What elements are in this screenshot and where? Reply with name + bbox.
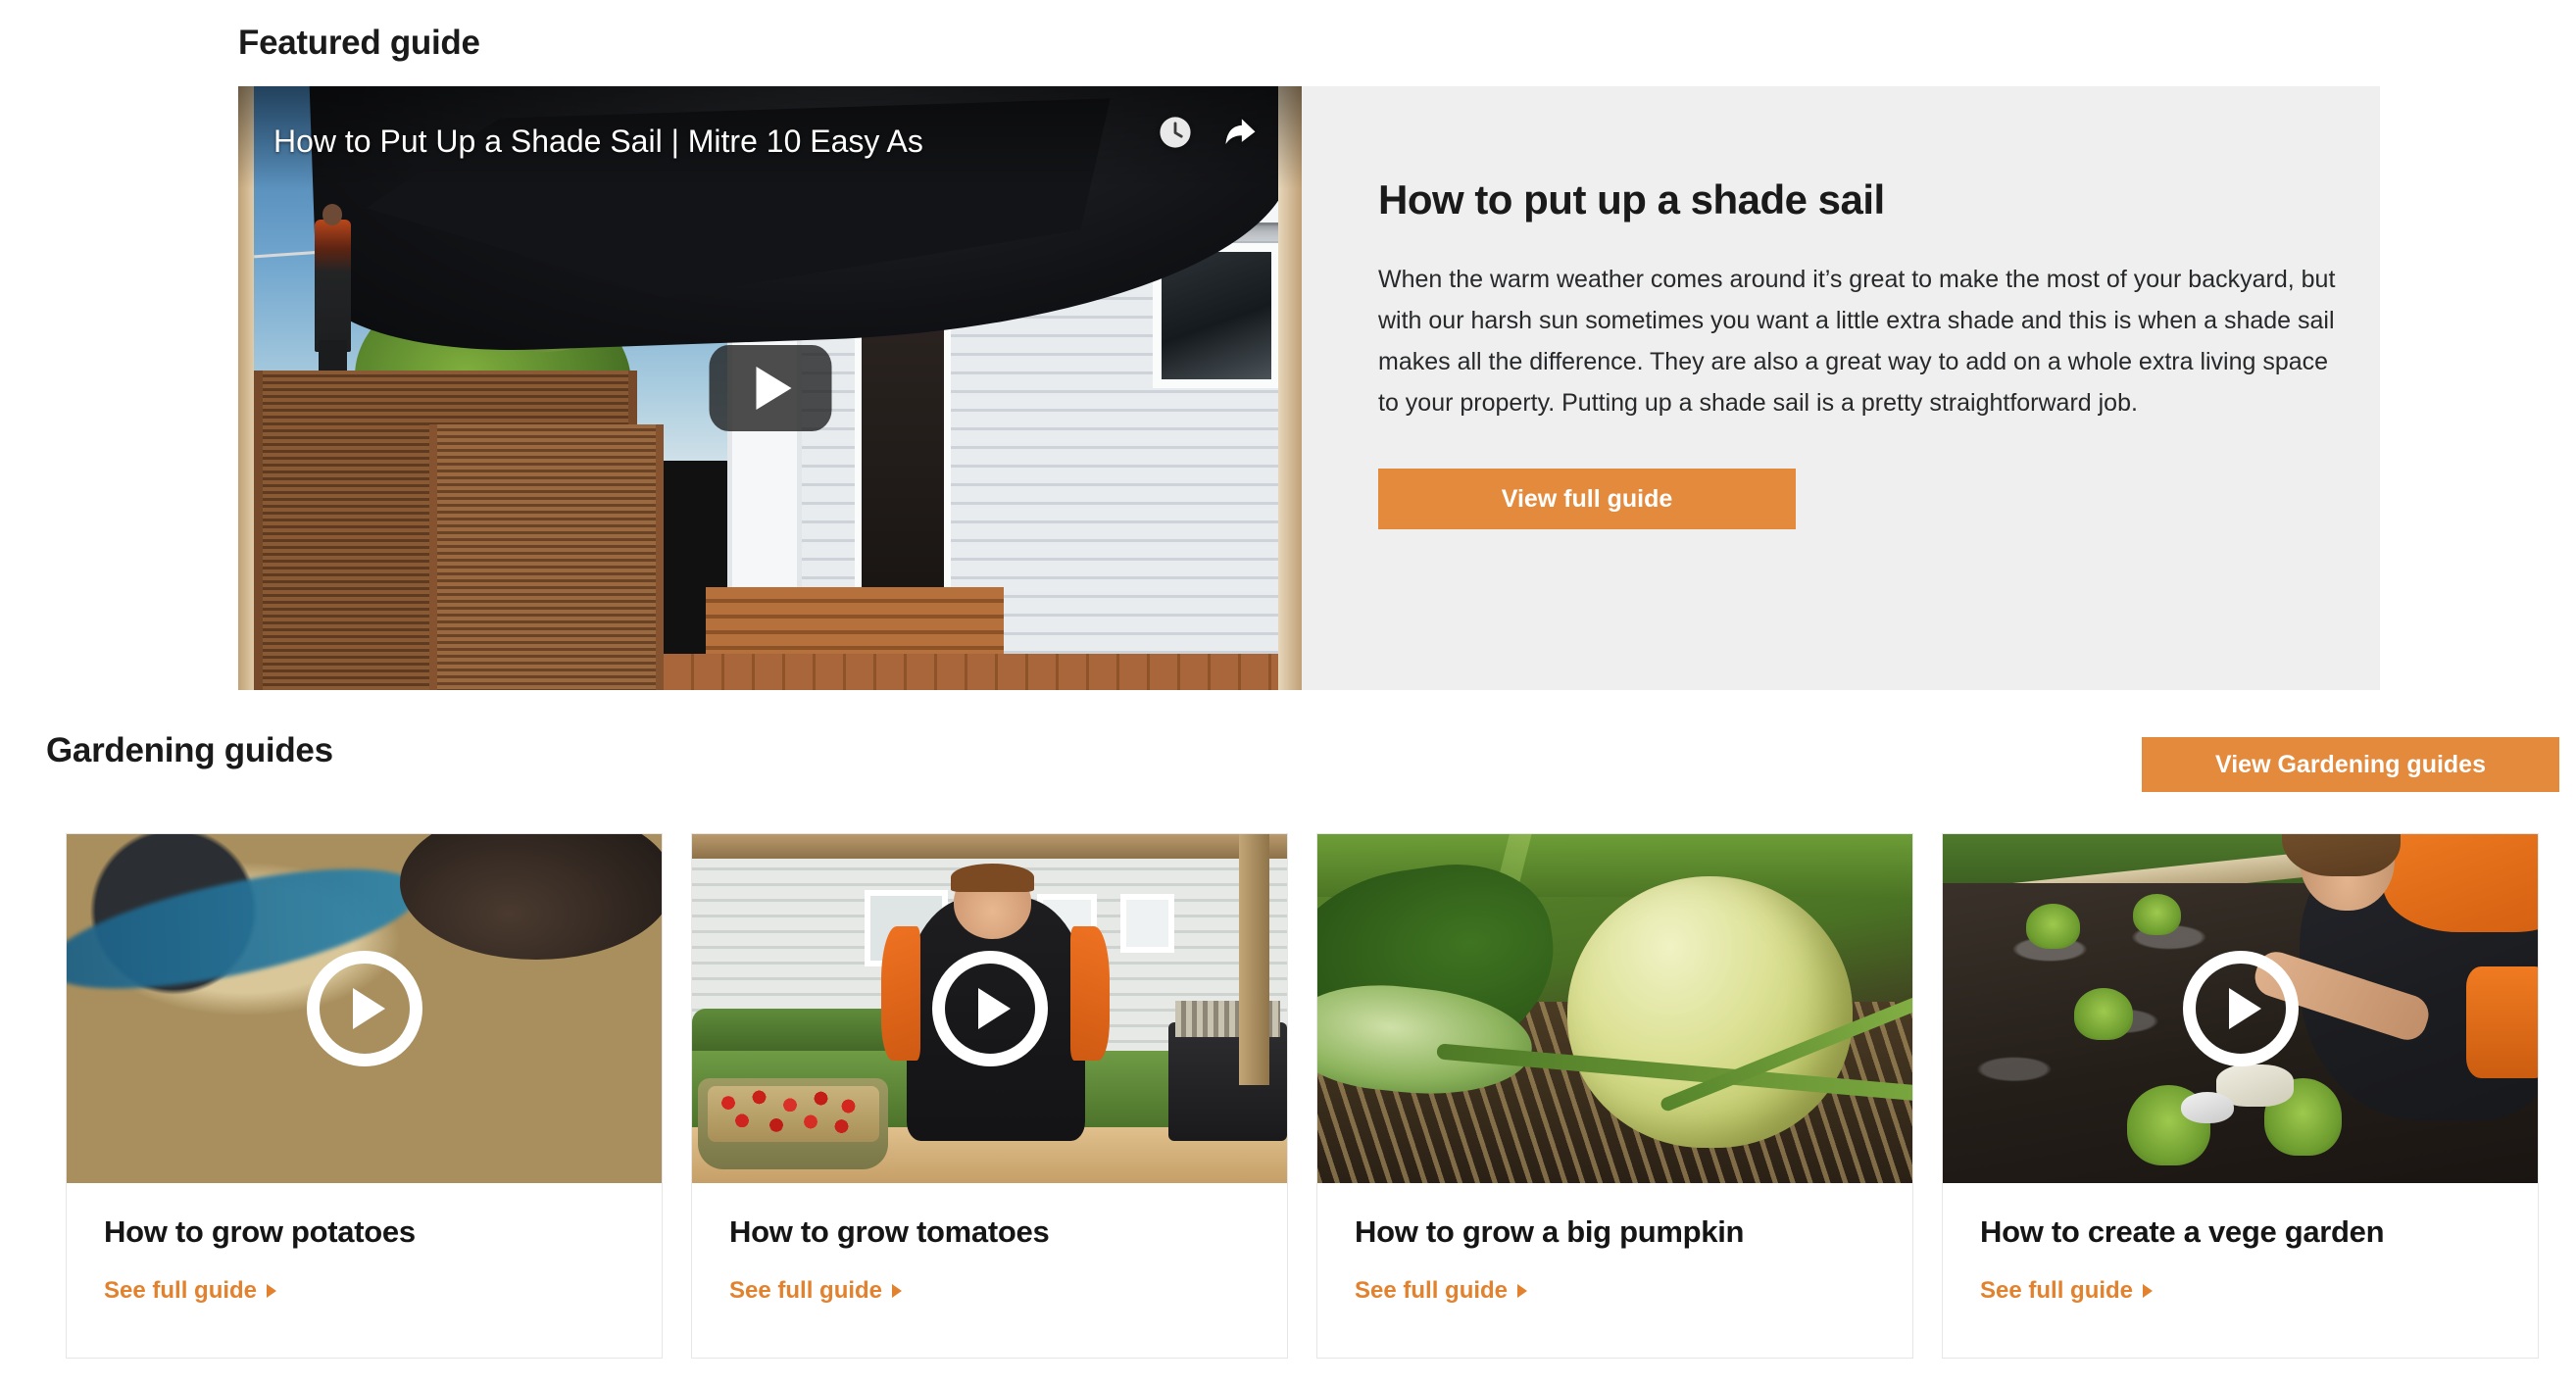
tomatoes-post [1239, 834, 1269, 1086]
video-post-left [238, 86, 255, 690]
see-full-guide-label: See full guide [1355, 1277, 1509, 1304]
card-thumbnail-tomatoes[interactable] [692, 834, 1287, 1183]
featured-guide-panel: How to Put Up a Shade Sail | Mitre 10 Ea… [238, 86, 2380, 690]
featured-video-thumbnail[interactable]: How to Put Up a Shade Sail | Mitre 10 Ea… [238, 86, 1302, 690]
vege-seedling-3 [2073, 987, 2134, 1041]
video-action-icons [1159, 116, 1259, 154]
featured-text-column: How to put up a shade sail When the warm… [1302, 86, 2380, 690]
guide-card-pumpkin[interactable]: How to grow a big pumpkin See full guide [1316, 833, 1913, 1359]
chevron-right-icon [1517, 1284, 1528, 1298]
see-full-guide-link[interactable]: See full guide [1355, 1277, 1528, 1305]
play-triangle [353, 988, 385, 1029]
play-icon[interactable] [931, 951, 1048, 1066]
play-triangle [756, 367, 792, 410]
tomatoes-basket [698, 1078, 889, 1169]
vege-seedling-2 [2133, 893, 2181, 936]
tomatoes-window-3 [1120, 893, 1174, 954]
vege-seedling-1 [2025, 904, 2080, 950]
card-title: How to grow a big pumpkin [1355, 1214, 1745, 1249]
video-post-right [1278, 86, 1302, 690]
featured-description: When the warm weather comes around it’s … [1378, 266, 2336, 417]
card-thumbnail-vege-garden[interactable] [1943, 834, 2538, 1183]
guides-page: Featured guide How to Put Up a Shade Sai… [0, 0, 2576, 1386]
video-fence-second [429, 423, 664, 690]
guide-card-potatoes[interactable]: How to grow potatoes See full guide [66, 833, 663, 1359]
card-body: How to grow potatoes See full guide [67, 1183, 662, 1358]
see-full-guide-label: See full guide [729, 1277, 883, 1304]
see-full-guide-link[interactable]: See full guide [104, 1277, 277, 1305]
vege-person-shorts [2466, 966, 2538, 1079]
share-icon[interactable] [1221, 116, 1259, 154]
tomatoes-person-hair [951, 864, 1034, 892]
vege-person-vest [2383, 834, 2538, 932]
play-triangle [978, 988, 1011, 1029]
card-body: How to create a vege garden See full gui… [1943, 1183, 2538, 1358]
see-full-guide-label: See full guide [104, 1277, 258, 1304]
chevron-right-icon [892, 1284, 903, 1298]
video-title: How to Put Up a Shade Sail | Mitre 10 Ea… [273, 124, 923, 159]
video-open-door [855, 297, 951, 612]
see-full-guide-link[interactable]: See full guide [1980, 1277, 2154, 1305]
vege-trowel [2180, 1092, 2235, 1124]
see-full-guide-link[interactable]: See full guide [729, 1277, 903, 1305]
gardening-guides-heading: Gardening guides [46, 731, 333, 769]
gardening-cards-row: How to grow potatoes See full guide How … [66, 833, 2560, 1359]
video-person-head [322, 203, 343, 225]
card-thumbnail-potatoes[interactable] [67, 834, 662, 1183]
featured-title: How to put up a shade sail [1378, 176, 1885, 223]
card-body: How to grow a big pumpkin See full guide [1317, 1183, 1912, 1358]
guide-card-vege-garden[interactable]: How to create a vege garden See full gui… [1942, 833, 2539, 1359]
card-title: How to create a vege garden [1980, 1214, 2385, 1249]
see-full-guide-label: See full guide [1980, 1277, 2134, 1304]
play-triangle [2229, 988, 2261, 1029]
video-person-body [315, 219, 351, 353]
guide-card-tomatoes[interactable]: How to grow tomatoes See full guide [691, 833, 1288, 1359]
chevron-right-icon [2143, 1284, 2154, 1298]
play-icon[interactable] [2182, 951, 2299, 1066]
tomatoes-beam [692, 834, 1287, 859]
card-body: How to grow tomatoes See full guide [692, 1183, 1287, 1358]
card-thumbnail-pumpkin[interactable] [1317, 834, 1912, 1183]
view-full-guide-button[interactable]: View full guide [1378, 469, 1796, 529]
card-title: How to grow potatoes [104, 1214, 416, 1249]
youtube-play-icon[interactable] [709, 345, 831, 431]
chevron-right-icon [267, 1284, 277, 1298]
featured-guide-heading: Featured guide [238, 24, 480, 62]
card-title: How to grow tomatoes [729, 1214, 1050, 1249]
pumpkin-fruit [1566, 875, 1854, 1149]
clock-icon[interactable] [1159, 116, 1192, 154]
view-gardening-guides-button[interactable]: View Gardening guides [2142, 737, 2559, 792]
play-icon[interactable] [306, 951, 422, 1066]
